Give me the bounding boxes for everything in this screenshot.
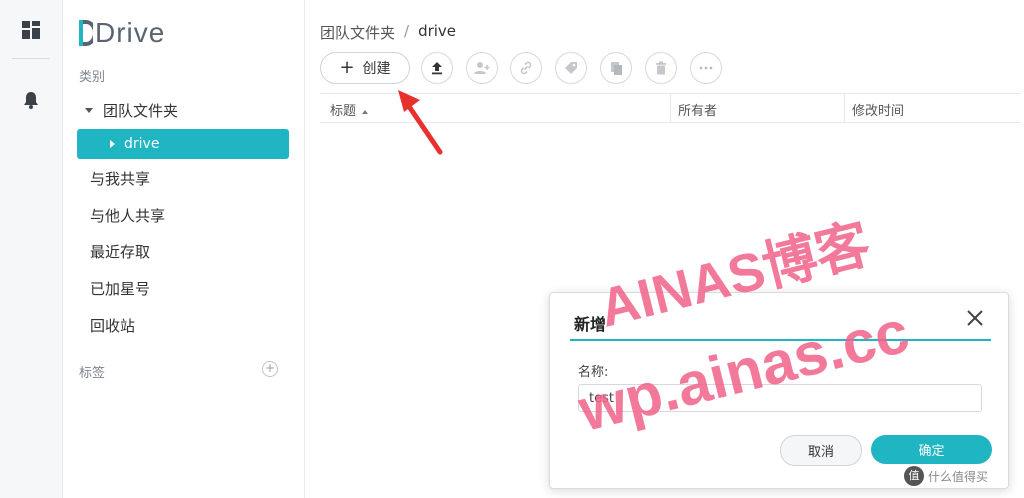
column-title[interactable]: 标题 — [330, 100, 369, 119]
app-logo: Drive — [79, 16, 165, 50]
logo-mark-icon — [79, 20, 93, 46]
column-owner[interactable]: 所有者 — [678, 100, 717, 119]
more-icon — [699, 66, 713, 70]
dashboard-icon[interactable] — [19, 18, 43, 42]
breadcrumb: 团队文件夹 / drive — [320, 22, 456, 43]
column-title-label: 标题 — [330, 104, 357, 119]
breadcrumb-separator: / — [404, 22, 410, 40]
tree-team-folder[interactable]: 团队文件夹 — [77, 98, 178, 122]
upload-button[interactable] — [421, 52, 453, 84]
cancel-button[interactable]: 取消 — [780, 435, 862, 466]
breadcrumb-parent[interactable]: 团队文件夹 — [320, 22, 395, 43]
confirm-button[interactable]: 确定 — [871, 435, 992, 464]
tree-drive-active[interactable]: drive — [77, 129, 289, 159]
create-button[interactable]: + 创建 — [320, 52, 410, 84]
sidebar-item-recent[interactable]: 最近存取 — [90, 241, 150, 262]
delete-button[interactable] — [645, 52, 677, 84]
add-user-button[interactable] — [466, 52, 498, 84]
sidebar: Drive 类别 团队文件夹 drive 与我共享 与他人共享 最近存取 已加星… — [63, 0, 305, 498]
sort-asc-icon — [362, 109, 369, 114]
tags-label: 标签 — [79, 366, 106, 381]
add-user-icon — [474, 62, 490, 74]
trash-icon — [656, 61, 666, 75]
plus-icon: + — [339, 57, 355, 78]
tree-drive-label: drive — [124, 136, 160, 152]
tag-button[interactable] — [555, 52, 587, 84]
sidebar-item-recycle-bin[interactable]: 回收站 — [90, 315, 135, 336]
column-modified[interactable]: 修改时间 — [852, 100, 904, 119]
add-tag-icon[interactable]: + — [262, 361, 278, 377]
close-icon[interactable] — [964, 307, 986, 329]
tree-team-folder-label: 团队文件夹 — [103, 101, 179, 120]
rail-divider — [12, 58, 50, 59]
sidebar-item-shared-with-me[interactable]: 与我共享 — [90, 168, 150, 189]
corner-brand: 值 什么值得买 — [904, 466, 988, 486]
more-button[interactable] — [690, 52, 722, 84]
sidebar-item-starred[interactable]: 已加星号 — [90, 278, 150, 299]
brand-badge-icon: 值 — [904, 466, 924, 486]
column-divider — [670, 94, 671, 122]
caret-down-icon — [85, 107, 93, 113]
caret-right-icon — [110, 140, 115, 148]
red-arrow-annotation — [398, 90, 443, 155]
tag-icon — [565, 62, 577, 74]
left-rail — [0, 0, 63, 498]
link-button[interactable] — [510, 52, 542, 84]
upload-icon — [432, 62, 442, 75]
copy-icon — [611, 62, 622, 75]
logo-text: Drive — [95, 17, 166, 48]
copy-button[interactable] — [600, 52, 632, 84]
link-icon — [520, 61, 532, 75]
sidebar-item-shared-with-others[interactable]: 与他人共享 — [90, 205, 165, 226]
category-label: 类别 — [79, 70, 106, 85]
brand-text: 什么值得买 — [928, 469, 989, 484]
create-button-label: 创建 — [362, 61, 391, 77]
bell-icon[interactable] — [19, 88, 43, 112]
breadcrumb-current: drive — [418, 22, 457, 40]
column-divider — [844, 94, 845, 122]
